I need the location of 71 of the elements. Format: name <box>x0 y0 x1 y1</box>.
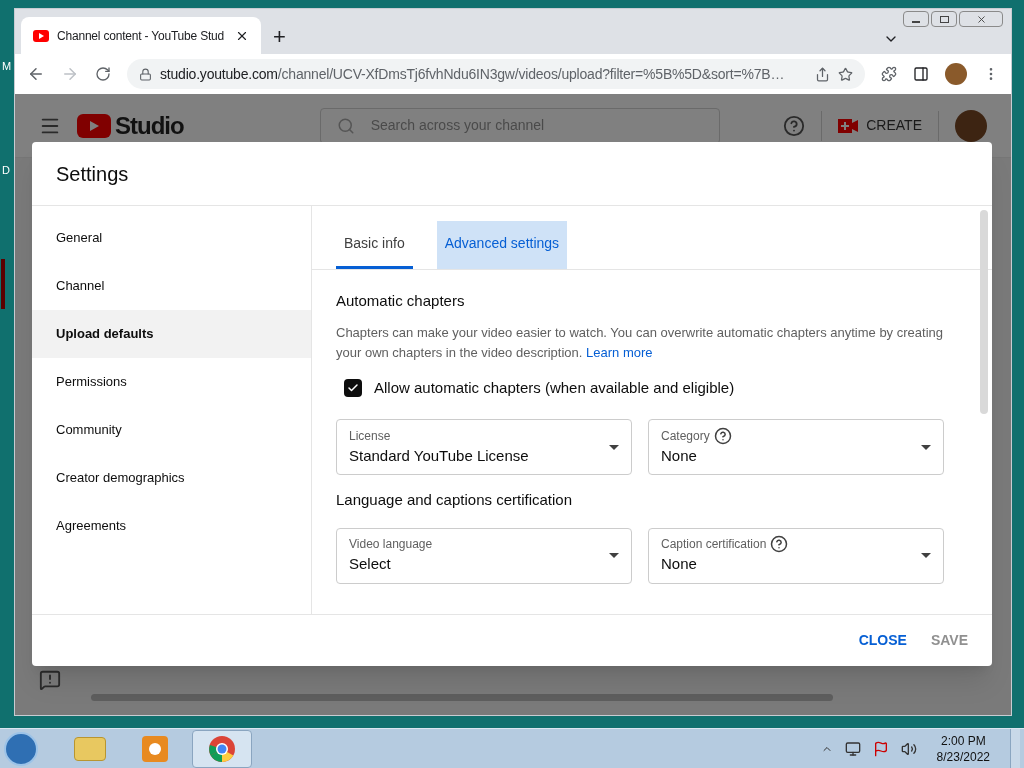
field-value: None <box>661 554 698 575</box>
help-icon[interactable] <box>770 535 789 554</box>
dialog-title: Settings <box>56 161 129 187</box>
dropdown-field[interactable]: Video language Select <box>336 527 632 584</box>
clock-date: 8/23/2022 <box>936 748 990 765</box>
tab[interactable]: Basic info <box>336 221 413 269</box>
dropdown-field[interactable]: Category None <box>648 419 944 475</box>
field-value: Standard YouTube License <box>349 445 530 466</box>
side-panel-icon[interactable] <box>913 66 929 82</box>
field-label: License <box>349 427 391 445</box>
create-button[interactable]: CREATE <box>838 115 922 136</box>
field-label: Category <box>661 427 710 445</box>
maximize-icon[interactable] <box>931 11 957 27</box>
section-heading: Language and captions certification <box>336 490 573 510</box>
back-icon[interactable] <box>27 65 45 83</box>
reload-icon[interactable] <box>95 66 111 82</box>
play-logo-icon <box>33 29 49 42</box>
settings-nav-item[interactable]: Permissions <box>32 358 311 406</box>
settings-nav-item[interactable]: Agreements <box>32 502 311 550</box>
feedback-icon[interactable] <box>39 669 61 691</box>
studio-logo-text: Studio <box>115 110 184 141</box>
checkbox-label: Allow automatic chapters (when available and eligible) <box>374 377 735 398</box>
settings-nav-item[interactable]: General <box>32 214 311 262</box>
check-icon <box>347 381 359 394</box>
section-description: Chapters can make your video easier to watch. You can overwrite automatic chapters anytime by creating your own chapters in the video description. Learn more <box>336 323 944 362</box>
flag-icon[interactable] <box>872 740 889 757</box>
field-label: Video language <box>349 536 433 554</box>
settings-nav-item[interactable]: Upload defaults <box>32 310 311 358</box>
sidebar-edge <box>1 259 5 309</box>
new-tab-button[interactable]: + <box>273 26 286 48</box>
settings-nav-item[interactable]: Creator demographics <box>32 454 311 502</box>
dropdown-field[interactable]: Caption certification None <box>648 527 944 584</box>
url-text: studio.youtube.com/channel/UCV-XfDmsTj6fvhNdu6IN3gw/videos/upload?filter=%5B%5D&sort=%7B… <box>160 64 786 84</box>
tab[interactable]: Advanced settings <box>436 221 568 269</box>
dropdown-caret-icon <box>609 553 619 558</box>
network-icon[interactable] <box>844 740 861 757</box>
play-logo-icon <box>77 113 111 138</box>
dropdown-caret-icon <box>921 444 931 450</box>
search-icon <box>336 116 355 135</box>
lock-icon <box>139 67 152 81</box>
dropdown-field[interactable]: License Standard YouTube License <box>336 419 632 475</box>
checkbox[interactable] <box>344 378 362 397</box>
clock-time: 2:00 PM <box>940 732 986 749</box>
channel-avatar[interactable] <box>955 109 987 142</box>
learn-more-link[interactable]: Learn more <box>586 344 653 360</box>
tab-title: Channel content - YouTube Stud <box>57 27 226 45</box>
desktop-icon-label: D <box>2 163 10 178</box>
profile-avatar[interactable] <box>945 63 967 85</box>
desktop-icon-label: M <box>2 59 12 74</box>
browser-logo-icon <box>208 734 236 763</box>
field-value: None <box>661 445 698 466</box>
settings-nav-item[interactable]: Community <box>32 406 311 454</box>
field-label: Caption certification <box>661 536 767 554</box>
video-camera-icon <box>838 118 859 133</box>
settings-nav-item[interactable]: Channel <box>32 262 311 310</box>
start-button[interactable] <box>4 731 38 766</box>
dropdown-caret-icon <box>921 553 931 558</box>
dropdown-caret-icon <box>609 444 619 450</box>
browser-taskbar-button[interactable] <box>192 729 252 768</box>
minimize-icon[interactable] <box>903 11 929 27</box>
help-icon[interactable] <box>713 426 732 445</box>
extensions-icon[interactable] <box>881 66 897 82</box>
section-heading: Automatic chapters <box>336 291 466 311</box>
speaker-icon[interactable] <box>900 740 917 757</box>
field-value: Select <box>349 554 392 575</box>
address-bar[interactable]: studio.youtube.com/channel/UCV-XfDmsTj6fvhNdu6IN3gw/videos/upload?filter=%5B%5D&sort=%7B… <box>127 59 865 89</box>
share-icon[interactable] <box>815 66 830 82</box>
bookmark-star-icon[interactable] <box>838 66 853 82</box>
browser-tab[interactable]: Channel content - YouTube Stud <box>21 17 261 54</box>
media-player-icon[interactable] <box>142 735 168 762</box>
dialog-button[interactable]: CLOSE <box>858 630 907 651</box>
